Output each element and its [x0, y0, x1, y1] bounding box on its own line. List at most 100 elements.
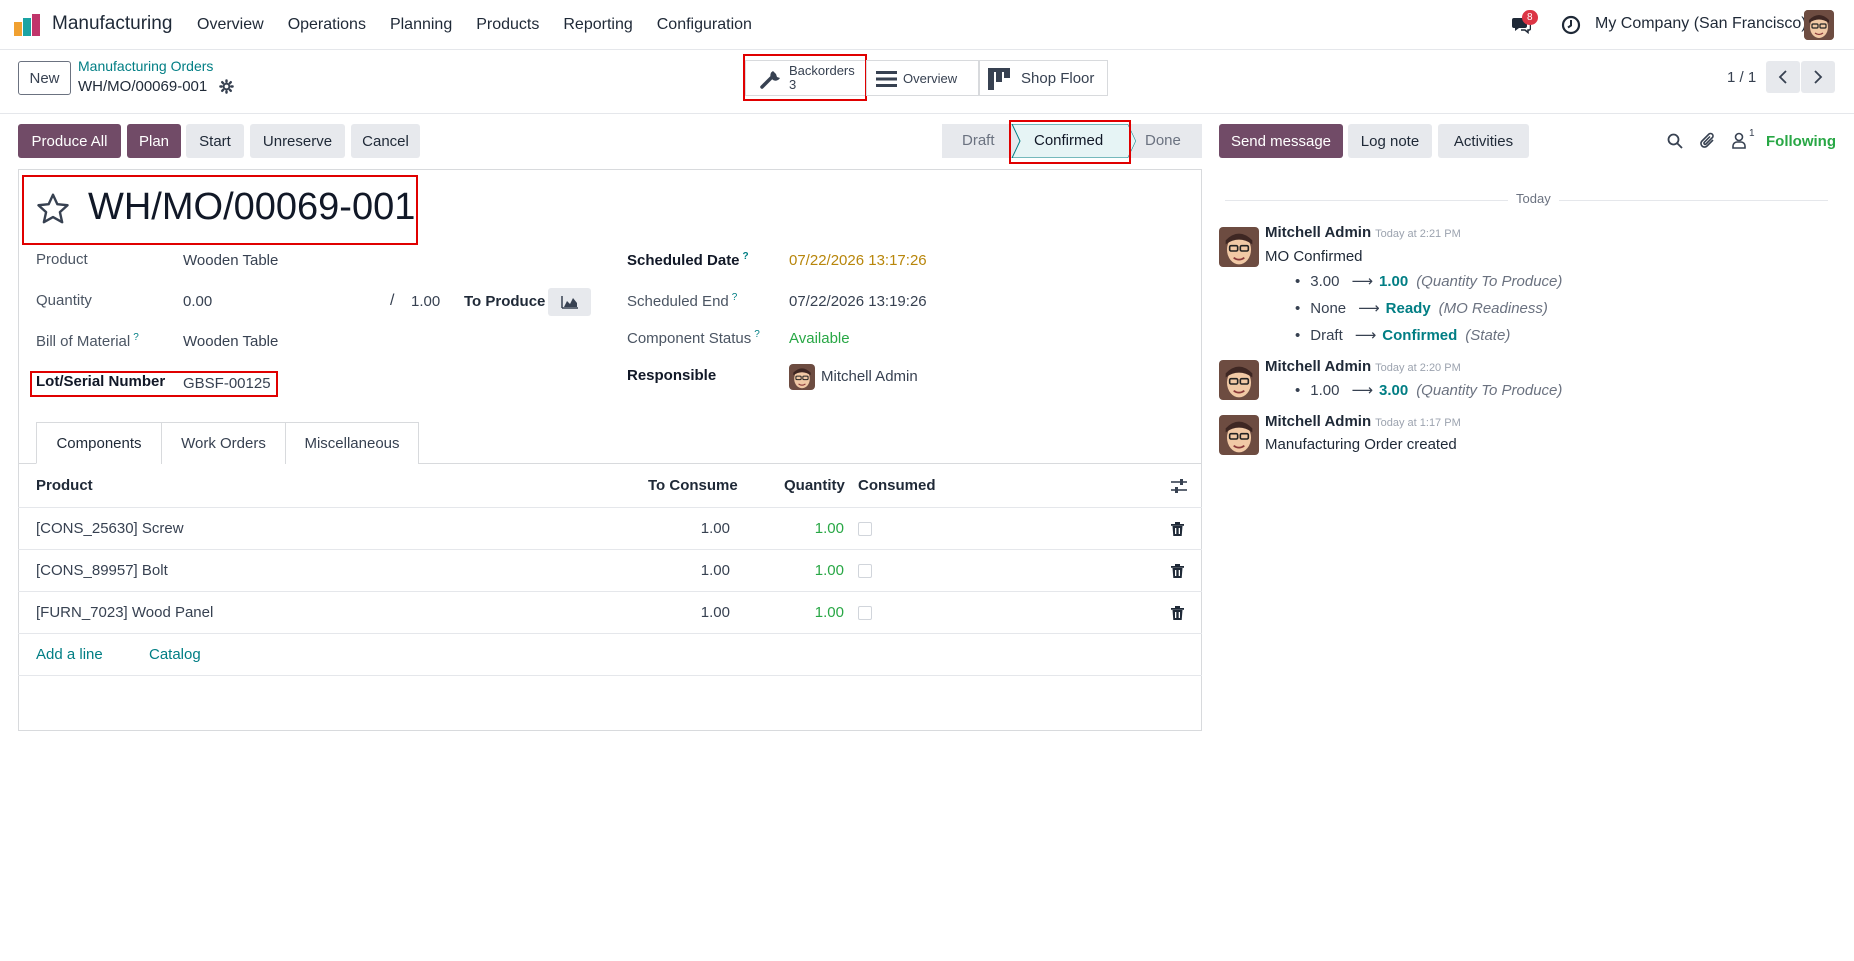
consumed-checkbox[interactable] [858, 564, 872, 578]
trash-icon[interactable] [1171, 564, 1184, 578]
tracking-new-value: Confirmed [1382, 327, 1458, 344]
notebook-tabs: Components Work Orders Miscellaneous [36, 422, 419, 464]
author-avatar-image-icon [1219, 415, 1259, 455]
backorders-count: 3 [789, 77, 797, 92]
menu-operations[interactable]: Operations [288, 16, 366, 34]
col-to-consume-header[interactable]: To Consume [648, 477, 738, 494]
menu-overview[interactable]: Overview [197, 16, 264, 34]
scheduled-end-value[interactable]: 07/22/2026 13:19:26 [789, 293, 927, 310]
component-quantity[interactable]: 1.00 [815, 562, 844, 579]
message-time: Today at 2:21 PM [1375, 228, 1461, 240]
produce-all-button[interactable]: Produce All [18, 124, 121, 158]
optional-columns-icon[interactable] [1170, 478, 1188, 494]
author-avatar[interactable] [1219, 227, 1259, 267]
consumed-checkbox[interactable] [858, 522, 872, 536]
stage-confirmed[interactable]: Confirmed [1034, 132, 1103, 149]
plan-button[interactable]: Plan [127, 124, 181, 158]
stage-done[interactable]: Done [1145, 132, 1181, 149]
trash-icon[interactable] [1171, 606, 1184, 620]
company-switcher[interactable]: My Company (San Francisco) [1595, 15, 1807, 33]
unreserve-button[interactable]: Unreserve [250, 124, 345, 158]
bom-help-mark[interactable]: ? [133, 332, 139, 343]
shop-floor-smart-button[interactable]: Shop Floor [979, 60, 1108, 96]
search-icon[interactable] [1667, 133, 1683, 149]
product-label: Product [36, 251, 88, 268]
scheduled-date-value[interactable]: 07/22/2026 13:17:26 [789, 252, 927, 269]
author-avatar[interactable] [1219, 415, 1259, 455]
message-author[interactable]: Mitchell Admin [1265, 358, 1371, 375]
paperclip-icon[interactable] [1700, 132, 1716, 150]
manufacturing-app-icon[interactable] [14, 14, 42, 36]
followers-person-icon[interactable] [1732, 132, 1746, 149]
message-header: Mitchell Admin Today at 2:21 PM [1265, 224, 1461, 241]
forecast-report-button[interactable] [548, 288, 591, 316]
component-status-help-mark[interactable]: ? [754, 329, 760, 340]
bullet: • [1295, 273, 1301, 290]
overview-label: Overview [903, 71, 958, 86]
app-name[interactable]: Manufacturing [52, 13, 172, 35]
tracking-new-value: 3.00 [1378, 382, 1409, 399]
table-row[interactable]: [CONS_89957] Bolt 1.00 1.00 [18, 550, 1202, 592]
product-value[interactable]: Wooden Table [183, 252, 278, 269]
pager-value[interactable]: 1 / 1 [1727, 69, 1756, 86]
consumed-checkbox[interactable] [858, 606, 872, 620]
menu-reporting[interactable]: Reporting [563, 16, 632, 34]
tab-miscellaneous[interactable]: Miscellaneous [285, 422, 419, 464]
menu-configuration[interactable]: Configuration [657, 16, 752, 34]
gear-icon[interactable] [219, 79, 234, 94]
menu-planning[interactable]: Planning [390, 16, 452, 34]
pager-previous-button[interactable] [1766, 61, 1800, 93]
component-quantity[interactable]: 1.00 [815, 604, 844, 621]
add-a-line-link[interactable]: Add a line [36, 646, 103, 663]
start-button[interactable]: Start [186, 124, 244, 158]
breadcrumb-manufacturing-orders[interactable]: Manufacturing Orders [78, 58, 213, 74]
tab-work-orders[interactable]: Work Orders [161, 422, 286, 464]
record-title[interactable]: WH/MO/00069-001 [88, 186, 415, 229]
new-button[interactable]: New [18, 61, 71, 95]
component-quantity[interactable]: 1.00 [815, 520, 844, 537]
overview-smart-button[interactable]: Overview [866, 60, 979, 96]
responsible-avatar [789, 364, 815, 390]
col-consumed-header[interactable]: Consumed [858, 477, 936, 494]
stage-draft[interactable]: Draft [962, 132, 995, 149]
tracking-field-name: (Quantity To Produce) [1416, 273, 1563, 290]
clock-icon[interactable] [1561, 15, 1581, 35]
send-message-button[interactable]: Send message [1219, 124, 1343, 158]
quantity-to-produce-value[interactable]: 1.00 [411, 293, 440, 310]
message-time: Today at 1:17 PM [1375, 417, 1461, 429]
cancel-button[interactable]: Cancel [351, 124, 420, 158]
kanban-board-icon [988, 68, 1010, 90]
lot-serial-label: Lot/Serial Number [36, 373, 166, 390]
table-row[interactable]: [CONS_25630] Screw 1.00 1.00 [18, 508, 1202, 550]
following-status-button[interactable]: Following [1766, 133, 1836, 150]
activities-button[interactable]: Activities [1438, 124, 1529, 158]
table-row[interactable]: [FURN_7023] Wood Panel 1.00 1.00 [18, 592, 1202, 634]
catalog-link[interactable]: Catalog [149, 646, 201, 663]
bullet: • [1295, 382, 1301, 399]
scheduled-end-help-mark[interactable]: ? [732, 292, 738, 303]
responsible-value[interactable]: Mitchell Admin [821, 368, 918, 385]
scheduled-date-help-mark[interactable]: ? [743, 251, 749, 262]
star-priority-icon[interactable] [35, 191, 71, 227]
author-avatar[interactable] [1219, 360, 1259, 400]
log-note-button[interactable]: Log note [1348, 124, 1432, 158]
trash-icon[interactable] [1171, 522, 1184, 536]
col-product-header[interactable]: Product [36, 477, 93, 494]
tracking-change: • None ⟶ Ready (MO Readiness) [1295, 299, 1548, 317]
tab-components[interactable]: Components [36, 422, 162, 464]
menu-products[interactable]: Products [476, 16, 539, 34]
user-avatar[interactable] [1804, 10, 1834, 40]
component-product: [FURN_7023] Wood Panel [36, 604, 214, 621]
component-to-consume: 1.00 [700, 562, 730, 579]
tracking-old-value: 3.00 [1310, 273, 1340, 290]
col-quantity-header[interactable]: Quantity [784, 477, 845, 494]
message-author[interactable]: Mitchell Admin [1265, 413, 1371, 430]
tracking-field-name: (Quantity To Produce) [1416, 382, 1563, 399]
pager-next-button[interactable] [1801, 61, 1835, 93]
bom-value[interactable]: Wooden Table [183, 333, 278, 350]
quantity-produced-value[interactable]: 0.00 [183, 293, 212, 310]
backorders-smart-button[interactable]: Backorders 3 [745, 60, 866, 96]
message-author[interactable]: Mitchell Admin [1265, 224, 1371, 241]
component-status-value: Available [789, 330, 850, 347]
lot-serial-value[interactable]: GBSF-00125 [183, 375, 271, 392]
